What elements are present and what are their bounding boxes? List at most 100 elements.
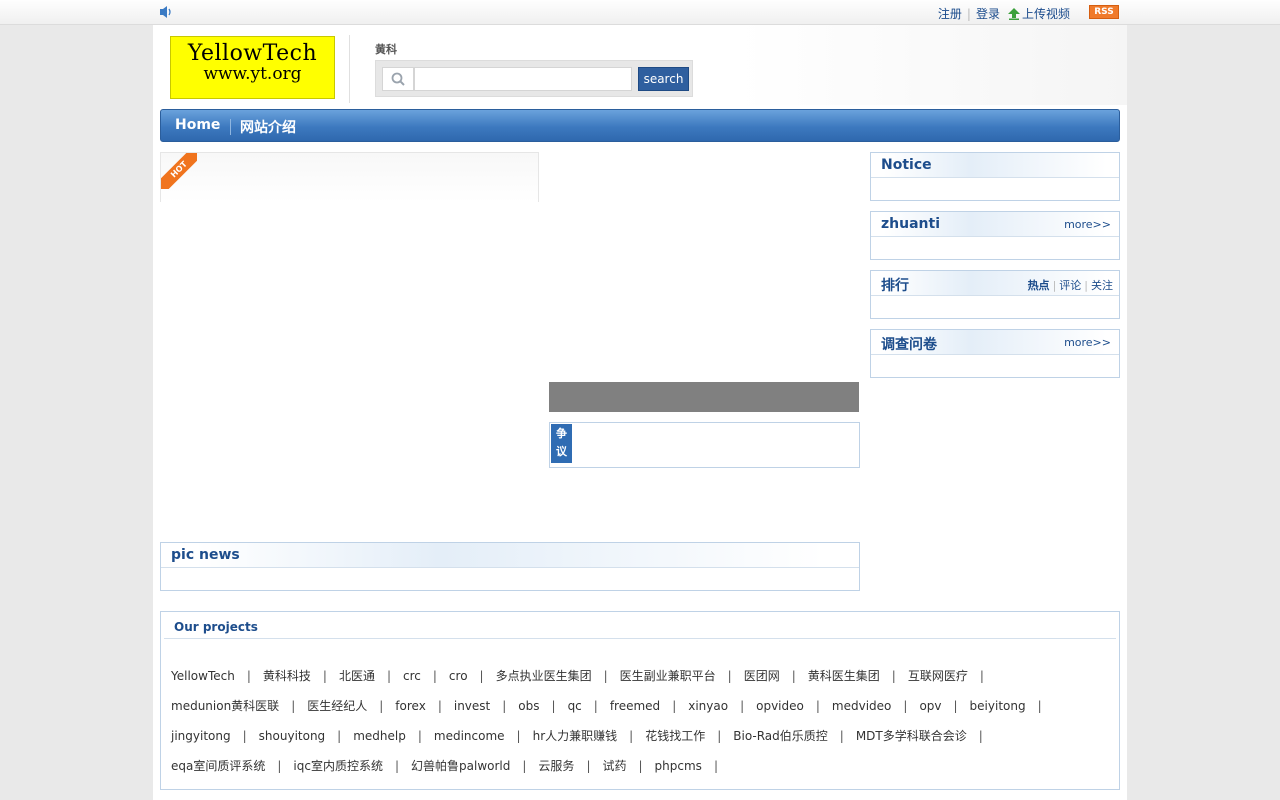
project-link[interactable]: 黄科医生集团 [808, 669, 880, 683]
tab-follow[interactable]: 关注 [1091, 279, 1113, 292]
site-logo[interactable]: YellowTech www.yt.org [170, 36, 335, 99]
ranking-box: 排行 热点 | 评论 | 关注 [870, 270, 1120, 319]
divider: | [791, 669, 796, 683]
pic-news-title[interactable]: pic news [171, 547, 240, 563]
project-link[interactable]: 医生副业兼职平台 [620, 669, 716, 683]
zhuanti-more-link[interactable]: more>> [1064, 218, 1111, 231]
divider: | [386, 669, 391, 683]
divider: | [337, 729, 342, 743]
project-link[interactable]: 试药 [602, 759, 626, 773]
project-link[interactable]: hr人力兼职赚钱 [533, 729, 618, 743]
divider: | [502, 699, 507, 713]
divider: | [638, 759, 643, 773]
search-button[interactable]: search [638, 67, 689, 91]
project-link[interactable]: medvideo [832, 699, 891, 713]
zhuanti-box: zhuanti more>> [870, 211, 1120, 260]
nav-home[interactable]: Home [175, 117, 220, 133]
top-links: 注册 | 登录 上传视频 [938, 5, 1070, 22]
project-link[interactable]: medunion黄科医联 [171, 699, 279, 713]
tab-hot[interactable]: 热点 [1028, 279, 1050, 292]
speaker-icon[interactable] [159, 5, 173, 19]
upload-video-link[interactable]: 上传视频 [1022, 5, 1070, 22]
project-link[interactable]: cro [449, 669, 468, 683]
nav-divider [230, 119, 231, 135]
rss-badge[interactable]: RSS [1089, 5, 1119, 19]
project-link[interactable]: xinyao [688, 699, 728, 713]
survey-more-link[interactable]: more>> [1064, 336, 1111, 349]
project-link[interactable]: 黄科科技 [263, 669, 311, 683]
project-link[interactable]: freemed [610, 699, 660, 713]
project-link[interactable]: Bio-Rad伯乐质控 [733, 729, 828, 743]
project-link[interactable]: invest [454, 699, 490, 713]
header-divider [349, 35, 350, 103]
project-link[interactable]: crc [403, 669, 421, 683]
project-link[interactable]: obs [518, 699, 539, 713]
login-link[interactable]: 登录 [976, 5, 1000, 22]
project-link[interactable]: 云服务 [538, 759, 574, 773]
projects-box: Our projects YellowTech | 黄科科技 | 北医通 | crc | cro… [160, 611, 1120, 790]
divider: | [713, 759, 718, 773]
project-link[interactable]: opvideo [756, 699, 804, 713]
main-nav: Home 网站介绍 [160, 109, 1120, 142]
project-link[interactable]: opv [919, 699, 941, 713]
ranking-tabs: 热点 | 评论 | 关注 [1028, 277, 1113, 293]
zhuanti-title[interactable]: zhuanti [881, 216, 940, 232]
search-icon [391, 72, 405, 86]
projects-header: Our projects [164, 615, 1116, 639]
project-link[interactable]: 花钱找工作 [645, 729, 705, 743]
divider: | [978, 729, 983, 743]
divider: | [522, 759, 527, 773]
top-bar: 注册 | 登录 上传视频 RSS [0, 0, 1280, 25]
ranking-title: 排行 [881, 278, 909, 294]
project-link[interactable]: eqa室间质评系统 [171, 759, 265, 773]
project-link[interactable]: phpcms [655, 759, 702, 773]
divider: | [903, 699, 908, 713]
divider: | [1037, 699, 1042, 713]
divider: | [966, 6, 971, 21]
nav-site-intro[interactable]: 网站介绍 [240, 117, 296, 137]
slideshow-caption-bar [549, 382, 859, 412]
project-link[interactable]: iqc室内质控系统 [293, 759, 383, 773]
pic-news-box: pic news [160, 542, 860, 591]
project-link[interactable]: 幻兽帕鲁palworld [411, 759, 510, 773]
divider: | [593, 699, 598, 713]
hot-ribbon: HOT [161, 153, 197, 189]
divider: | [629, 729, 634, 743]
project-link[interactable]: 医生经纪人 [307, 699, 367, 713]
dispute-tag: 争议 [551, 424, 572, 463]
project-link[interactable]: medincome [434, 729, 505, 743]
project-link[interactable]: forex [395, 699, 426, 713]
divider: | [246, 669, 251, 683]
divider: | [242, 729, 247, 743]
upload-icon [1007, 7, 1020, 20]
project-link[interactable]: YellowTech [171, 669, 235, 683]
notice-title[interactable]: Notice [881, 157, 932, 173]
ranking-header: 排行 热点 | 评论 | 关注 [871, 271, 1119, 296]
register-link[interactable]: 注册 [938, 5, 962, 22]
project-links-row: jingyitong | shouyitong | medhelp | medincome |… [171, 727, 995, 744]
search-input[interactable] [414, 67, 632, 91]
divider: | [322, 669, 327, 683]
hot-badge: HOT [161, 153, 197, 189]
divider: | [740, 699, 745, 713]
divider: | [437, 699, 442, 713]
project-link[interactable]: 医团网 [744, 669, 780, 683]
project-link[interactable]: shouyitong [259, 729, 326, 743]
project-link[interactable]: jingyitong [171, 729, 231, 743]
project-link[interactable]: MDT多学科联合会诊 [856, 729, 967, 743]
divider: | [953, 699, 958, 713]
divider: | [516, 729, 521, 743]
divider: | [717, 729, 722, 743]
survey-title[interactable]: 调查问卷 [881, 334, 937, 354]
divider: | [1084, 279, 1088, 292]
project-link[interactable]: beiyitong [970, 699, 1026, 713]
project-link[interactable]: 北医通 [339, 669, 375, 683]
survey-header: 调查问卷 more>> [871, 330, 1119, 355]
project-link[interactable]: qc [568, 699, 582, 713]
project-link[interactable]: 多点执业医生集团 [496, 669, 592, 683]
tab-comments[interactable]: 评论 [1059, 279, 1081, 292]
dispute-box: 争议 [549, 422, 860, 468]
project-link[interactable]: medhelp [353, 729, 406, 743]
project-link[interactable]: 互联网医疗 [908, 669, 968, 683]
divider: | [479, 669, 484, 683]
